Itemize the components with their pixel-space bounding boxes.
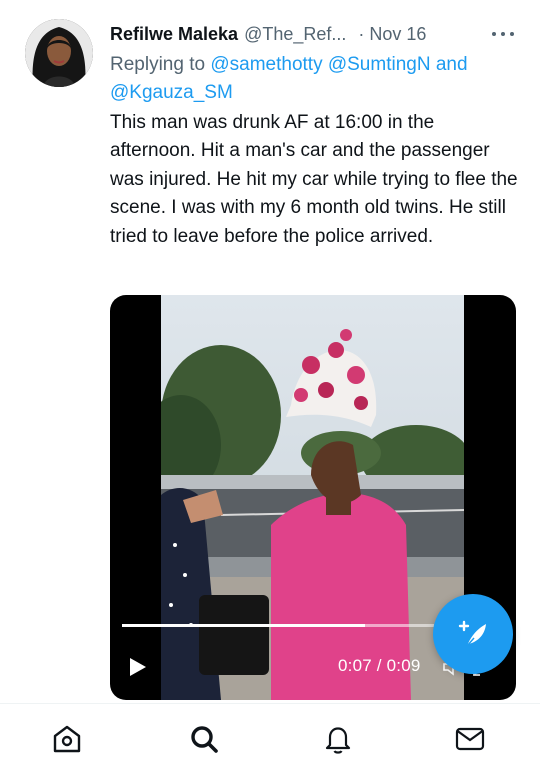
tweet-header: Refilwe Maleka @The_Ref... · Nov 16	[110, 20, 520, 48]
replying-to-label: Replying to	[110, 54, 206, 75]
video-progress-bar[interactable]	[122, 624, 434, 627]
mention-conjunction: and	[435, 54, 468, 75]
video-frame[interactable]	[161, 295, 464, 700]
replying-to: Replying to @samethotty @SumtingN and @K…	[110, 51, 520, 107]
mention-link[interactable]: @Kgauza_SM	[110, 82, 233, 103]
mention-link[interactable]: @SumtingN	[328, 54, 431, 75]
mail-icon[interactable]	[452, 721, 488, 757]
video-timecode: 0:07 / 0:09	[338, 656, 421, 675]
more-horizontal-icon[interactable]	[488, 22, 518, 46]
search-icon[interactable]	[186, 721, 222, 757]
mention-link[interactable]: @samethotty	[210, 54, 322, 75]
avatar[interactable]	[25, 19, 93, 87]
video-progress-fill	[122, 624, 366, 627]
tweet-text: This man was drunk AF at 16:00 in the af…	[110, 112, 518, 247]
home-icon[interactable]	[49, 721, 85, 757]
tweet-date[interactable]: Nov 16	[369, 24, 426, 45]
play-icon[interactable]	[126, 656, 148, 678]
separator-dot: ·	[358, 23, 365, 44]
user-handle[interactable]: @The_Ref...	[244, 24, 346, 45]
compose-feather-icon[interactable]	[433, 594, 513, 674]
bell-icon[interactable]	[320, 721, 356, 757]
bottom-navigation	[0, 703, 540, 775]
display-name[interactable]: Refilwe Maleka	[110, 24, 238, 45]
tweet-detail-screen: Refilwe Maleka @The_Ref... · Nov 16 Repl…	[0, 0, 540, 775]
